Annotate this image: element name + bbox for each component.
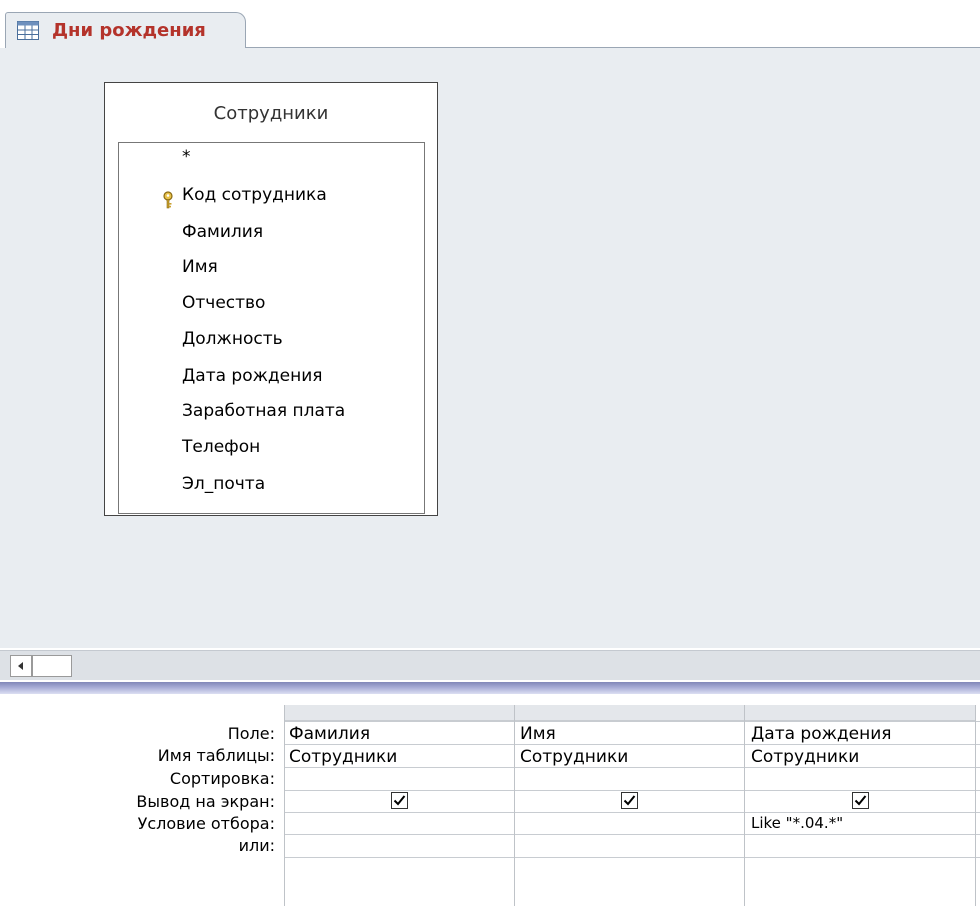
scroll-left-button[interactable] [10, 655, 32, 677]
table-field-list-window[interactable]: Сотрудники * Код сотрудника Фамилия Имя … [104, 82, 438, 516]
query-design-pane: Сотрудники * Код сотрудника Фамилия Имя … [0, 48, 980, 648]
column-selector[interactable] [515, 705, 745, 721]
checkmark-icon [393, 795, 406, 806]
grid-column[interactable]: Дата рождения Сотрудники Like "*.04.*" [744, 705, 976, 906]
field-item-patronymic[interactable]: Отчество [182, 293, 265, 313]
show-checkbox[interactable] [391, 792, 408, 809]
document-tab-bar: Дни рождения [0, 0, 980, 48]
row-label-or: или: [238, 836, 275, 855]
field-item-first-name[interactable]: Имя [182, 257, 218, 277]
cell-field[interactable]: Имя [520, 724, 556, 744]
checkmark-icon [623, 795, 636, 806]
show-checkbox[interactable] [621, 792, 638, 809]
row-label-criteria: Условие отбора: [137, 814, 275, 833]
field-item-last-name[interactable]: Фамилия [182, 222, 263, 242]
field-item-position[interactable]: Должность [182, 329, 283, 349]
field-item-phone[interactable]: Телефон [182, 437, 260, 457]
table-title: Сотрудники [213, 103, 329, 124]
field-item-birth-date[interactable]: Дата рождения [182, 366, 323, 386]
field-item-all[interactable]: * [182, 147, 191, 167]
field-list[interactable]: * Код сотрудника Фамилия Имя Отчество До… [118, 142, 425, 514]
cell-criteria[interactable]: Like "*.04.*" [751, 814, 843, 832]
show-checkbox[interactable] [852, 792, 869, 809]
scroll-thumb[interactable] [32, 655, 72, 677]
tab-label: Дни рождения [52, 20, 206, 41]
arrow-left-icon [18, 662, 23, 670]
column-selector[interactable] [285, 705, 515, 721]
checkmark-icon [854, 795, 867, 806]
query-icon [17, 21, 39, 40]
row-label-table: Имя таблицы: [157, 746, 275, 765]
row-label-show: Вывод на экран: [136, 792, 275, 811]
primary-key-icon [163, 191, 173, 209]
grid-column[interactable]: Фамилия Сотрудники [284, 705, 515, 906]
row-label-field: Поле: [227, 724, 275, 743]
design-pane-scrollbar[interactable] [0, 650, 980, 680]
cell-table[interactable]: Сотрудники [520, 747, 628, 767]
query-tab[interactable]: Дни рождения [5, 12, 246, 48]
cell-table[interactable]: Сотрудники [289, 747, 397, 767]
field-item-salary[interactable]: Заработная плата [182, 401, 345, 421]
cell-field[interactable]: Дата рождения [751, 724, 892, 744]
pane-splitter[interactable] [0, 682, 980, 694]
cell-field[interactable]: Фамилия [289, 724, 370, 744]
query-design-grid: Поле: Имя таблицы: Сортировка: Вывод на … [0, 694, 980, 906]
field-item-email[interactable]: Эл_почта [182, 474, 265, 494]
cell-table[interactable]: Сотрудники [751, 747, 859, 767]
field-item-employee-id[interactable]: Код сотрудника [182, 185, 327, 205]
column-selector[interactable] [745, 705, 975, 721]
row-label-sort: Сортировка: [169, 769, 275, 788]
grid-column[interactable]: Имя Сотрудники [514, 705, 745, 906]
